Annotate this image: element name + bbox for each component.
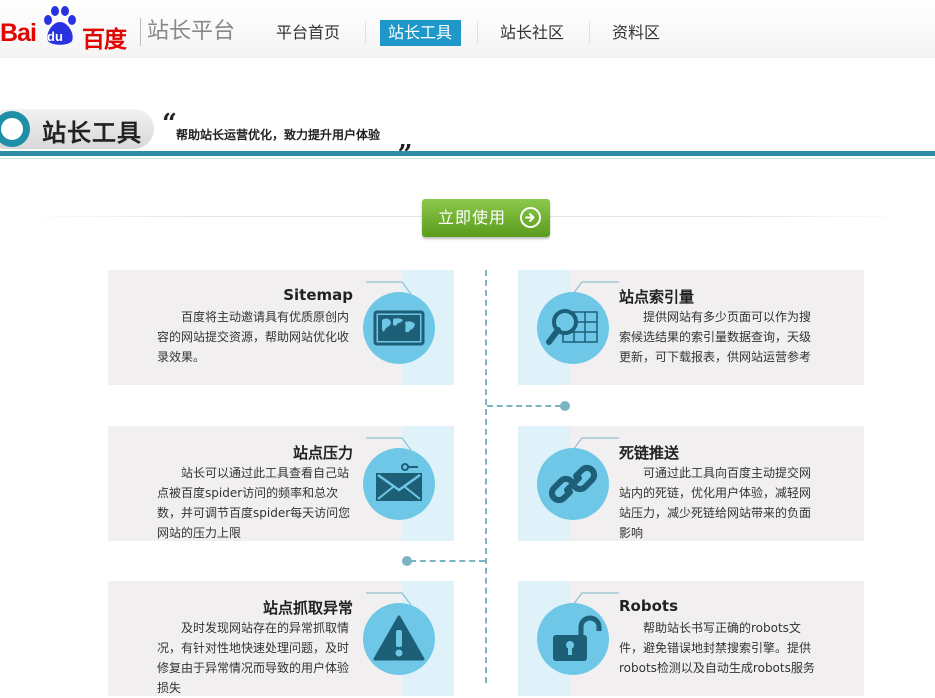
- tool-description: 提供网站有多少页面可以作为搜索候选结果的索引量数据查询，天级更新，可下载报表，供…: [619, 310, 812, 364]
- open-quote: “: [162, 109, 177, 139]
- section-title: 站长工具: [42, 119, 142, 147]
- tool-description: 百度将主动邀请具有优质原创内容的网站提交资源，帮助网站优化收录效果。: [157, 310, 350, 364]
- logo-du-text: du: [47, 29, 63, 44]
- world-map-icon: [363, 292, 435, 364]
- warning-triangle-icon: [363, 603, 435, 675]
- tool-card-crawl-error[interactable]: 站点抓取异常 及时发现网站存在的异常抓取情况，有针对性地快速处理问题，及时修复由…: [108, 581, 454, 696]
- chain-link-icon: [537, 448, 609, 520]
- nav-home[interactable]: 平台首页: [268, 20, 349, 46]
- use-now-label: 立即使用: [438, 208, 507, 227]
- tool-description: 站长可以通过此工具查看自己站点被百度spider访问的频率和总次数，并可调节百度…: [157, 466, 351, 540]
- tool-title[interactable]: 站点索引量: [619, 286, 694, 307]
- tool-card-dead-link[interactable]: 死链推送 可通过此工具向百度主动提交网站内的死链，优化用户体验，减轻网站压力，减…: [518, 426, 864, 541]
- tool-description: 帮助站长书写正确的robots文件，避免错误地封禁搜索引擎。提供robots检测…: [619, 621, 815, 675]
- site-title: 站长平台: [140, 18, 235, 46]
- banner-underline: [0, 151, 935, 156]
- nav-divider: [477, 22, 479, 44]
- arrow-right-circle-icon: [520, 207, 541, 228]
- tool-description: 及时发现网站存在的异常抓取情况，有针对性地快速处理问题，及时修复由于异常情况而导…: [157, 621, 350, 695]
- magnifier-grid-icon: [537, 292, 609, 364]
- nav-community[interactable]: 站长社区: [492, 20, 573, 46]
- nav-resources[interactable]: 资料区: [604, 20, 669, 46]
- tool-card-index-volume[interactable]: 站点索引量 提供网站有多少页面可以作为搜索候选结果的索引量数据查询，天级更新，可…: [518, 270, 864, 385]
- tool-title[interactable]: 站点抓取异常: [263, 597, 353, 618]
- tool-card-sitemap[interactable]: Sitemap 百度将主动邀请具有优质原创内容的网站提交资源，帮助网站优化收录效…: [108, 270, 454, 385]
- top-header: Bai du 百度 站长平台 平台首页 站长工具 站长社区 资料区: [0, 0, 935, 58]
- tool-card-site-pressure[interactable]: 站点压力 站长可以通过此工具查看自己站点被百度spider访问的频率和总次数，并…: [108, 426, 454, 541]
- timeline-dot: [402, 556, 412, 566]
- banner-underline-thin: [0, 158, 935, 159]
- tool-title[interactable]: 死链推送: [619, 442, 679, 463]
- use-now-button[interactable]: 立即使用: [422, 199, 550, 237]
- logo-baidu-cn-text: 百度: [82, 27, 127, 53]
- nav-divider: [589, 22, 591, 44]
- tool-card-robots[interactable]: Robots 帮助站长书写正确的robots文件，避免错误地封禁搜索引擎。提供r…: [518, 581, 864, 696]
- tool-description: 可通过此工具向百度主动提交网站内的死链，优化用户体验，减轻网站压力，减少死链给网…: [619, 466, 812, 540]
- tool-title[interactable]: Sitemap: [283, 286, 353, 304]
- section-slogan: 帮助站长运营优化，致力提升用户体验: [176, 128, 381, 142]
- close-quote: „: [398, 125, 413, 155]
- section-banner: 站长工具 “ 帮助站长运营优化，致力提升用户体验 „: [0, 106, 935, 156]
- nav-webmaster-tools[interactable]: 站长工具: [380, 20, 462, 46]
- baidu-logo[interactable]: Bai du 百度: [0, 6, 140, 53]
- logo-bai-text: Bai: [0, 19, 37, 47]
- nav-divider: [365, 22, 367, 44]
- tool-title[interactable]: 站点压力: [293, 442, 353, 463]
- envelope-icon: [363, 448, 435, 520]
- open-lock-icon: [537, 603, 609, 675]
- tool-title[interactable]: Robots: [619, 597, 678, 615]
- timeline-vertical: [485, 270, 487, 683]
- timeline-connector: [487, 405, 561, 407]
- timeline-dot: [560, 401, 570, 411]
- main-nav: 平台首页 站长工具 站长社区 资料区: [268, 20, 685, 46]
- timeline-connector: [410, 560, 485, 562]
